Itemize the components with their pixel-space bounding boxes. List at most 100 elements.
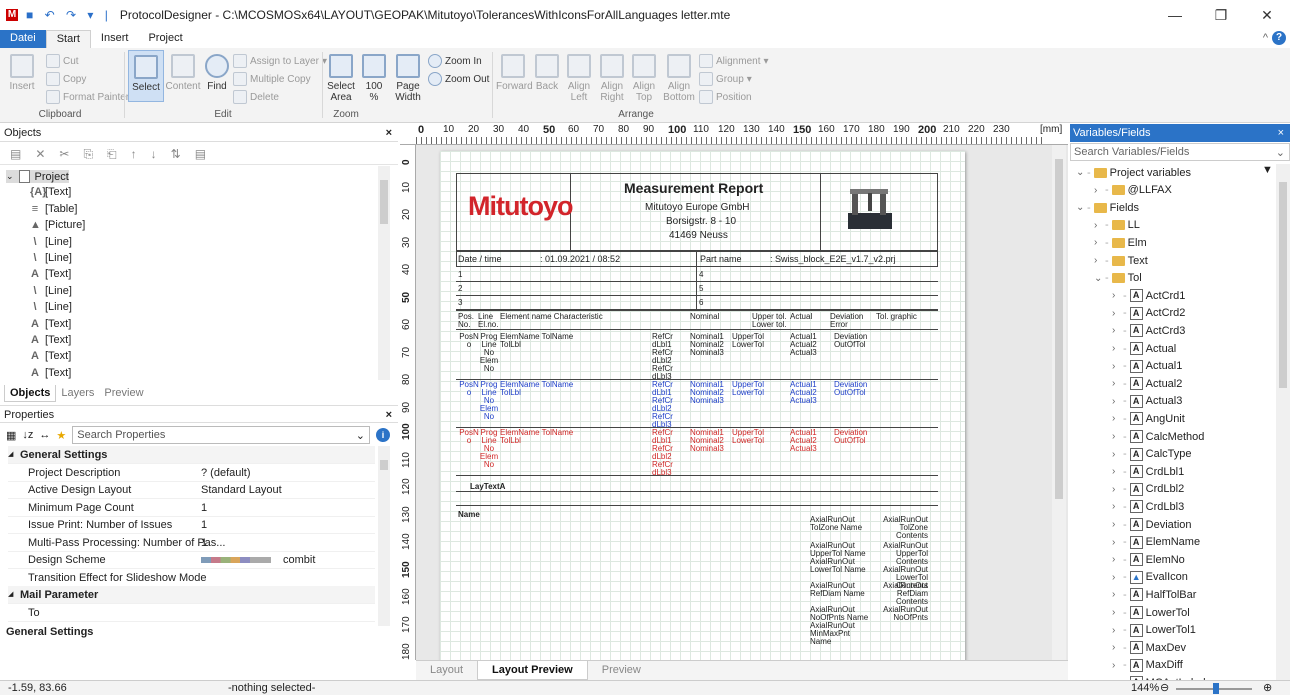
properties-scrollbar[interactable] [378,446,390,626]
search-variables-input[interactable]: Search Variables/Fields ⌄ [1070,143,1290,161]
chevron-icon[interactable]: › [1112,466,1120,477]
collapse-icon[interactable]: ◢ [8,446,13,464]
chevron-icon[interactable]: › [1112,396,1120,407]
tab-start[interactable]: Start [45,30,91,48]
cut-button[interactable]: Cut [46,54,79,68]
field-item[interactable]: › - ▲ EvalIcon [1112,569,1188,586]
zoom-out-icon[interactable]: ⊖ [1160,681,1169,696]
copy-button[interactable]: Copy [46,72,86,86]
zoom-in-icon[interactable]: ⊕ [1263,681,1272,696]
chevron-icon[interactable]: › [1112,449,1120,460]
tree-folder[interactable]: ⌄ - Fields [1076,199,1139,216]
chevron-icon[interactable]: › [1112,501,1120,512]
close-icon[interactable]: × [1278,124,1284,142]
chevron-down-icon[interactable]: ⌄ [6,171,14,182]
field-item[interactable]: › - A Actual1 [1112,358,1182,375]
tab-layout[interactable]: Layout [416,661,477,680]
tree-folder[interactable]: ⌄ - Project variables [1076,164,1191,181]
tab-layers[interactable]: Layers [56,385,99,402]
variables-scrollbar[interactable] [1276,164,1290,680]
tree-item[interactable]: \ [Line] [30,301,71,313]
chevron-icon[interactable]: › [1112,361,1120,372]
multiple-copy-button[interactable]: Multiple Copy [233,72,311,86]
property-row[interactable]: Design Scheme combit [8,551,375,569]
tree-item[interactable]: \ [Line] [30,252,71,264]
objects-scrollbar[interactable] [378,166,390,380]
chevron-icon[interactable]: ⌄ [1094,273,1102,284]
tab-objects[interactable]: Objects [4,385,57,402]
field-item[interactable]: › - A Actual [1112,340,1176,357]
field-item[interactable]: › - A LowerTol1 [1112,622,1196,639]
field-item[interactable]: › - A MaxDev [1112,639,1186,656]
minimize-button[interactable]: — [1152,0,1198,30]
collapse-icon[interactable]: ◢ [8,586,13,604]
tree-root-project[interactable]: ⌄ Project [6,170,69,183]
property-row[interactable]: Project Description ? (default) [8,464,375,482]
chevron-icon[interactable]: › [1112,607,1120,618]
zoom-out-button[interactable]: Zoom Out [428,72,489,86]
report-page[interactable]: Mitutoyo Measurement Report Mitutoyo Eur… [440,151,965,660]
chevron-icon[interactable]: › [1112,554,1120,565]
field-item[interactable]: › - A ActCrd3 [1112,322,1185,339]
chevron-icon[interactable]: › [1112,308,1120,319]
chevron-icon[interactable]: › [1112,325,1120,336]
page-width-button[interactable]: Page Width [392,54,424,103]
tree-item[interactable]: A [Text] [30,318,71,330]
align-bottom-button[interactable]: Align Bottom [662,54,696,103]
chevron-down-icon[interactable]: ⌄ [1276,146,1285,159]
field-item[interactable]: › - A CalcType [1112,446,1192,463]
property-row[interactable]: Multi-Pass Processing: Number of Pas... 1 [8,534,375,552]
chevron-icon[interactable]: › [1112,642,1120,653]
chevron-icon[interactable]: › [1112,537,1120,548]
chevron-icon[interactable]: › [1112,484,1120,495]
tree-item[interactable]: A [Text] [30,367,71,379]
field-item[interactable]: › - A CrdLbl2 [1112,481,1184,498]
tree-item[interactable]: A [Text] [30,268,71,280]
zoom-slider-thumb[interactable] [1213,683,1219,694]
categorize-icon[interactable]: ▦ [6,429,16,442]
delete-button[interactable]: Delete [233,90,279,104]
star-icon[interactable]: ★ [56,429,66,442]
chevron-icon[interactable]: › [1112,589,1120,600]
chevron-icon[interactable]: › [1112,290,1120,301]
content-button[interactable]: Content [164,54,202,92]
tree-folder[interactable]: ⌄ - Tol [1094,270,1142,287]
chevron-icon[interactable]: › [1094,185,1102,196]
find-button[interactable]: Find [202,54,232,92]
search-properties-input[interactable]: Search Properties ⌄ [72,426,370,444]
field-item[interactable]: › - A HalfTolBar [1112,586,1196,603]
chevron-icon[interactable]: › [1112,413,1120,424]
collapse-ribbon-icon[interactable]: ^ [1263,32,1268,44]
tree-folder[interactable]: › - Text [1094,252,1148,269]
tab-insert[interactable]: Insert [91,30,139,48]
align-left-button[interactable]: Align Left [565,54,593,103]
field-item[interactable]: › - A Actual3 [1112,393,1182,410]
tree-folder[interactable]: › - LL [1094,217,1140,234]
tree-item[interactable]: ▲ [Picture] [30,219,85,231]
chevron-icon[interactable]: ⌄ [1076,202,1084,213]
chevron-icon[interactable]: › [1112,625,1120,636]
tree-folder[interactable]: › - Elm [1094,234,1147,251]
chevron-icon[interactable]: › [1112,572,1120,583]
field-item[interactable]: › - A CalcMethod [1112,428,1204,445]
field-item[interactable]: › - A ActCrd2 [1112,305,1185,322]
zoom-in-button[interactable]: Zoom In [428,54,482,68]
field-item[interactable]: › - A CrdLbl3 [1112,498,1184,515]
property-row[interactable]: To [8,604,375,622]
tree-item[interactable]: ≡ [Table] [30,203,78,215]
alignment-button[interactable]: Alignment ▾ [699,54,769,68]
select-button[interactable]: Select [128,50,164,102]
field-item[interactable]: › - A ElemNo [1112,551,1185,568]
chevron-icon[interactable]: › [1094,220,1102,231]
close-icon[interactable]: × [386,406,392,424]
assign-layer-button[interactable]: Assign to Layer ▾ [233,54,327,68]
tree-item[interactable]: A [Text] [30,350,71,362]
expand-icon[interactable]: ↔ [39,429,50,441]
field-item[interactable]: › - A Deviation [1112,516,1192,533]
chevron-icon[interactable]: › [1112,343,1120,354]
property-row[interactable]: Issue Print: Number of Issues 1 [8,516,375,534]
back-button[interactable]: Back [532,54,562,92]
info-icon[interactable]: i [376,428,390,442]
tab-layout-preview[interactable]: Layout Preview [477,661,588,680]
chevron-icon[interactable]: › [1094,237,1102,248]
